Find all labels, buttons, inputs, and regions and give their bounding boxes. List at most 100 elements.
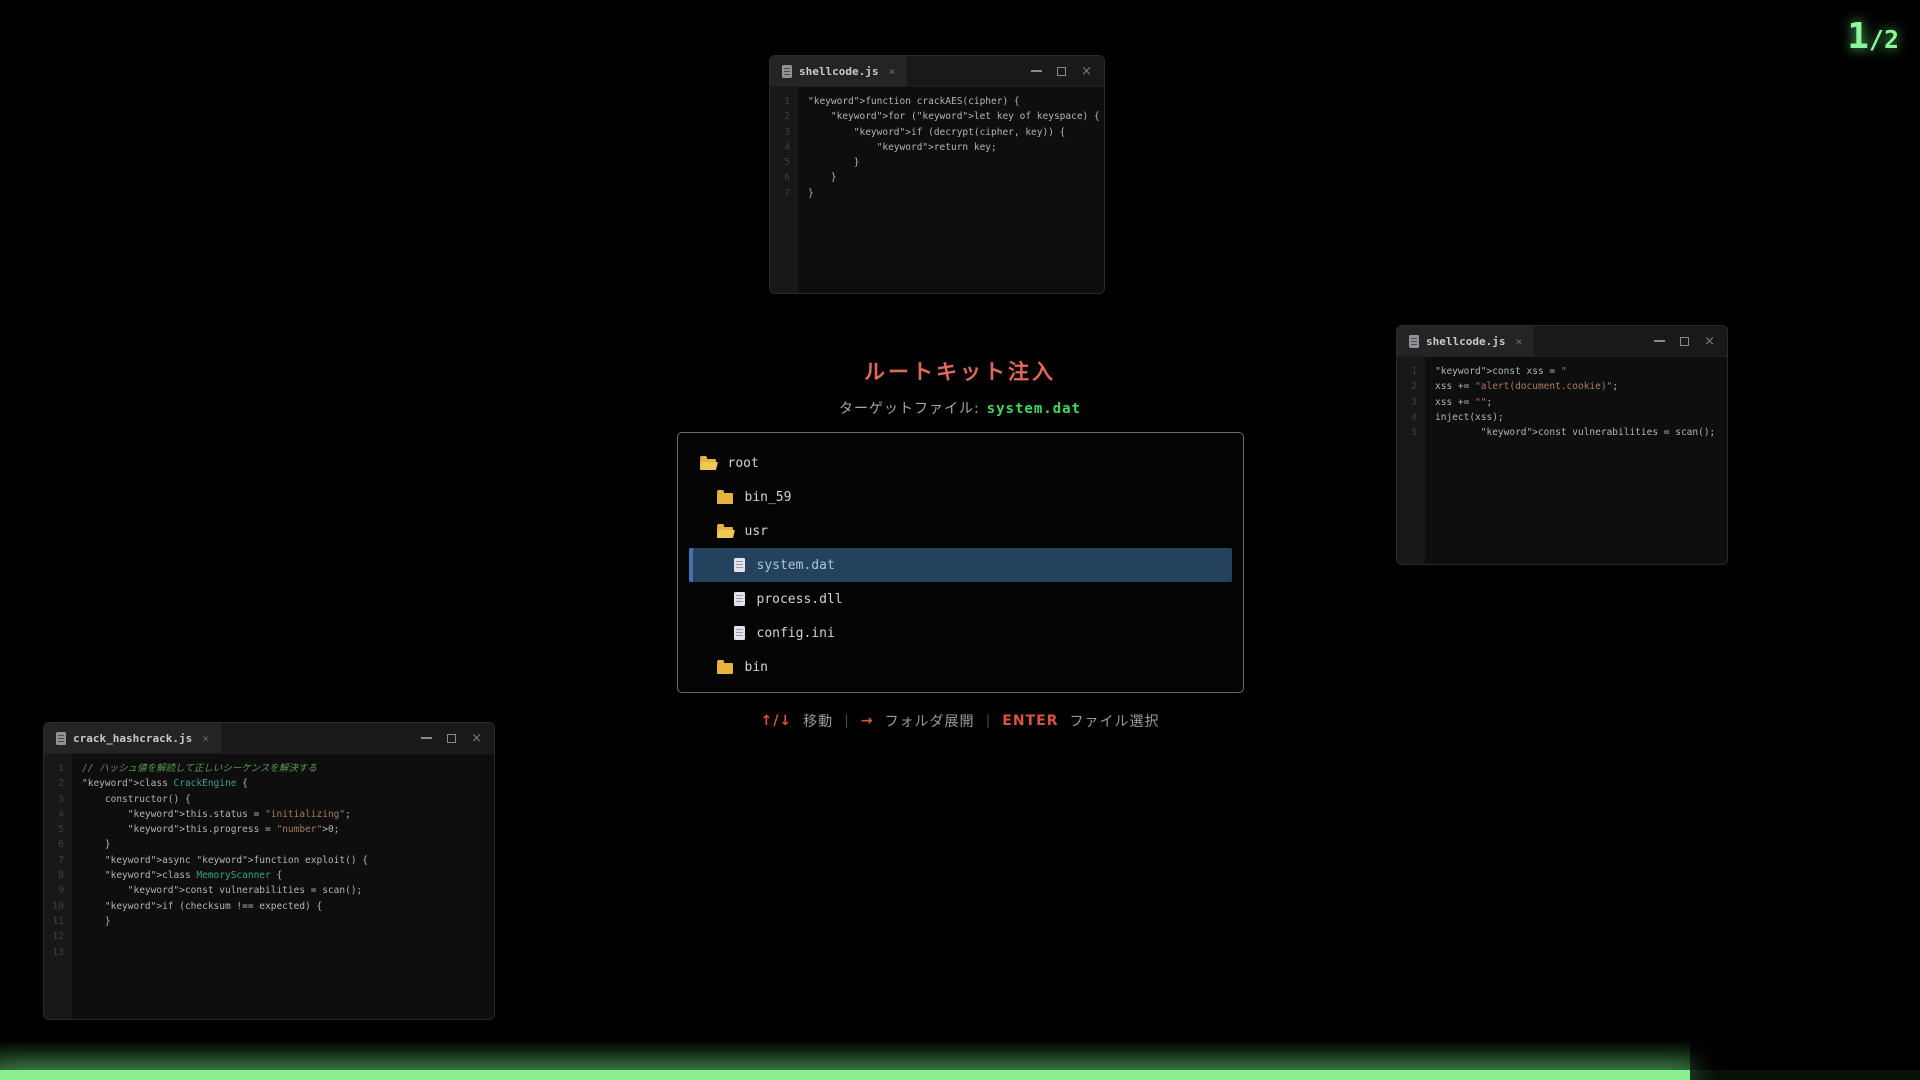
code-line: "keyword">for ("keyword">let key of keys… bbox=[808, 109, 1104, 124]
line-number: 7 bbox=[770, 186, 798, 201]
mission-title: ルートキット注入 bbox=[864, 356, 1056, 386]
target-filename: system.dat bbox=[987, 401, 1081, 417]
window-controls: × bbox=[1031, 56, 1092, 86]
line-number: 4 bbox=[770, 140, 798, 155]
file-icon bbox=[734, 558, 745, 572]
maximize-icon[interactable] bbox=[447, 734, 456, 743]
line-number: 13 bbox=[44, 945, 72, 960]
code-line: } bbox=[82, 837, 494, 852]
tree-label: system.dat bbox=[757, 558, 835, 573]
minimize-icon[interactable] bbox=[421, 737, 432, 739]
code-line: "keyword">function crackAES(cipher) { bbox=[808, 94, 1104, 109]
tree-row-usr[interactable]: usr bbox=[689, 514, 1232, 548]
code-area: // ハッシュ値を解読して正しいシーケンスを解決する"keyword">clas… bbox=[72, 754, 494, 1019]
document-icon bbox=[56, 732, 66, 745]
tree-label: config.ini bbox=[757, 626, 835, 641]
line-number: 1 bbox=[770, 94, 798, 109]
line-number: 8 bbox=[44, 868, 72, 883]
tree-row-bin[interactable]: bin bbox=[689, 650, 1232, 684]
code-line: } bbox=[808, 186, 1104, 201]
tree-label: bin_59 bbox=[745, 490, 792, 505]
line-number: 3 bbox=[44, 792, 72, 807]
minimize-icon[interactable] bbox=[1654, 340, 1665, 342]
close-icon[interactable]: × bbox=[471, 732, 482, 745]
tab-close-icon[interactable]: × bbox=[1515, 335, 1522, 348]
code-line: } bbox=[808, 170, 1104, 185]
tree-row-process.dll[interactable]: process.dll bbox=[689, 582, 1232, 616]
tree-row-root[interactable]: root bbox=[689, 446, 1232, 480]
folder-open-icon bbox=[700, 459, 716, 470]
progress-track bbox=[0, 1070, 1920, 1080]
mission-subtitle: ターゲットファイル: system.dat bbox=[839, 398, 1081, 418]
editor-window-top: shellcode.js × × 1234567 "keyword">funct… bbox=[769, 55, 1105, 294]
target-label: ターゲットファイル: bbox=[839, 401, 980, 417]
code-line: "keyword">return key; bbox=[808, 140, 1104, 155]
minimize-icon[interactable] bbox=[1031, 70, 1042, 72]
tab-close-icon[interactable]: × bbox=[888, 65, 895, 78]
tab-title: crack_hashcrack.js bbox=[73, 732, 192, 745]
tab-title: shellcode.js bbox=[1426, 335, 1505, 348]
code-line bbox=[82, 945, 494, 960]
code-line: "keyword">this.progress = "number">0; bbox=[82, 822, 494, 837]
document-icon bbox=[1409, 335, 1419, 348]
line-number: 9 bbox=[44, 883, 72, 898]
tree-label: bin bbox=[745, 660, 768, 675]
document-icon bbox=[782, 65, 792, 78]
code-line: } bbox=[808, 155, 1104, 170]
progress-fill bbox=[0, 1070, 1690, 1080]
tab-title: shellcode.js bbox=[799, 65, 878, 78]
line-number: 6 bbox=[770, 170, 798, 185]
tab-bar: shellcode.js × × bbox=[770, 56, 1104, 87]
maximize-icon[interactable] bbox=[1057, 67, 1066, 76]
tree-label: process.dll bbox=[757, 592, 843, 607]
line-number: 5 bbox=[44, 822, 72, 837]
hint-separator: | bbox=[986, 713, 992, 729]
level-current: 1 bbox=[1847, 16, 1869, 57]
hint-key: → bbox=[861, 713, 874, 729]
tab-close-icon[interactable]: × bbox=[202, 732, 209, 745]
tree-row-config.ini[interactable]: config.ini bbox=[689, 616, 1232, 650]
code-area: "keyword">function crackAES(cipher) { "k… bbox=[798, 87, 1104, 293]
code-line: "keyword">const vulnerabilities = scan()… bbox=[82, 883, 494, 898]
editor-window-bottom: crack_hashcrack.js × × 12345678910111213… bbox=[43, 722, 495, 1020]
level-counter: 1 /2 bbox=[1847, 16, 1899, 57]
line-number: 3 bbox=[770, 125, 798, 140]
line-number: 2 bbox=[770, 109, 798, 124]
line-number: 6 bbox=[44, 837, 72, 852]
folder-icon bbox=[717, 493, 733, 504]
close-icon[interactable]: × bbox=[1081, 65, 1092, 78]
line-number: 7 bbox=[44, 853, 72, 868]
mission-panel: ルートキット注入 ターゲットファイル: system.dat root bin_59… bbox=[0, 356, 1920, 731]
progress-glow bbox=[0, 1040, 1690, 1070]
hint-key: ENTER bbox=[1002, 713, 1058, 729]
hint-label: フォルダ展開 bbox=[885, 711, 975, 731]
line-number-gutter: 12345678910111213 bbox=[44, 754, 72, 1019]
code-line: constructor() { bbox=[82, 792, 494, 807]
tree-row-system.dat[interactable]: system.dat bbox=[689, 548, 1232, 582]
file-icon bbox=[734, 592, 745, 606]
file-tree-panel: root bin_59usr system.dat process.dll config… bbox=[677, 432, 1244, 693]
line-number-gutter: 1234567 bbox=[770, 87, 798, 293]
code-line bbox=[82, 929, 494, 944]
hint-key: ↑/↓ bbox=[761, 713, 793, 729]
tab-shellcode-top[interactable]: shellcode.js × bbox=[770, 56, 907, 86]
code-line: "keyword">this.status = "initializing"; bbox=[82, 807, 494, 822]
tree-label: root bbox=[728, 456, 759, 471]
level-total: /2 bbox=[1869, 25, 1899, 54]
line-number: 5 bbox=[770, 155, 798, 170]
editor-body: 12345678910111213 // ハッシュ値を解読して正しいシーケンスを… bbox=[44, 754, 494, 1019]
editor-body: 1234567 "keyword">function crackAES(ciph… bbox=[770, 87, 1104, 293]
line-number: 11 bbox=[44, 914, 72, 929]
close-icon[interactable]: × bbox=[1704, 335, 1715, 348]
tree-label: usr bbox=[745, 524, 768, 539]
tab-shellcode-right[interactable]: shellcode.js × bbox=[1397, 326, 1534, 356]
line-number: 10 bbox=[44, 899, 72, 914]
maximize-icon[interactable] bbox=[1680, 337, 1689, 346]
folder-open-icon bbox=[717, 527, 733, 538]
code-line: "keyword">if (decrypt(cipher, key)) { bbox=[808, 125, 1104, 140]
key-hints: ↑/↓移動|→フォルダ展開|ENTERファイル選択 bbox=[761, 711, 1160, 731]
folder-icon bbox=[717, 663, 733, 674]
file-icon bbox=[734, 626, 745, 640]
tree-row-bin_59[interactable]: bin_59 bbox=[689, 480, 1232, 514]
code-line: "keyword">class MemoryScanner { bbox=[82, 868, 494, 883]
